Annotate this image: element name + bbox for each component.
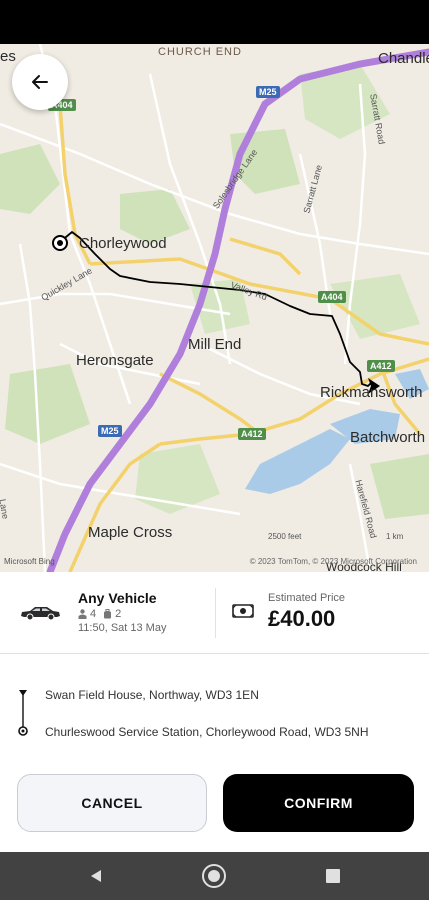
banknote-icon bbox=[232, 604, 254, 618]
luggage-count: 2 bbox=[115, 608, 122, 620]
place-es: es bbox=[0, 48, 16, 65]
luggage-icon bbox=[104, 609, 112, 619]
road-a412-mid: A412 bbox=[238, 428, 266, 440]
road-m25-bottom: M25 bbox=[98, 425, 122, 437]
road-a412-top: A412 bbox=[367, 360, 395, 372]
pickup-address: Swan Field House, Northway, WD3 1EN bbox=[45, 688, 259, 702]
cancel-button[interactable]: CANCEL bbox=[17, 774, 207, 832]
place-chandler: Chandle bbox=[378, 50, 429, 67]
place-mill-end: Mill End bbox=[188, 336, 242, 353]
back-button[interactable] bbox=[12, 54, 68, 110]
route-map[interactable]: CHURCH END Chandle es Chorleywood Herons… bbox=[0, 44, 429, 572]
map-attribution: © 2023 TomTom, © 2023 Microsoft Corporat… bbox=[249, 557, 417, 566]
road-m25-top: M25 bbox=[256, 86, 280, 98]
place-heronsgate: Heronsgate bbox=[76, 352, 154, 369]
place-batchworth: Batchworth bbox=[350, 429, 426, 446]
car-icon bbox=[21, 607, 60, 621]
nav-recents-icon[interactable] bbox=[326, 869, 340, 883]
nav-back-icon[interactable] bbox=[88, 868, 104, 884]
summary-divider bbox=[215, 588, 216, 638]
road-a404-right: A404 bbox=[318, 291, 346, 303]
dropoff-address: Churleswood Service Station, Chorleywood… bbox=[45, 725, 369, 739]
place-rickmansworth: Rickmansworth bbox=[320, 384, 423, 401]
place-maple-cross: Maple Cross bbox=[88, 524, 173, 541]
nav-home-icon[interactable] bbox=[201, 863, 227, 889]
scale-km: 1 km bbox=[386, 532, 404, 541]
route-connector bbox=[18, 690, 28, 736]
vehicle-name: Any Vehicle bbox=[78, 590, 157, 606]
price-label: Estimated Price bbox=[268, 592, 346, 604]
vehicle-capacity: 4 2 bbox=[78, 608, 121, 620]
arrow-left-icon bbox=[32, 75, 48, 89]
passenger-count: 4 bbox=[90, 608, 97, 620]
place-chorleywood: Chorleywood bbox=[79, 235, 167, 252]
person-icon bbox=[78, 609, 87, 619]
price-value: £40.00 bbox=[268, 606, 336, 631]
bing-logo: Microsoft Bing bbox=[4, 557, 55, 566]
scale-feet: 2500 feet bbox=[268, 532, 302, 541]
status-bar bbox=[0, 0, 429, 44]
pickup-datetime: 11:50, Sat 13 May bbox=[78, 622, 167, 634]
confirm-button[interactable]: CONFIRM bbox=[223, 774, 414, 832]
place-church-end: CHURCH END bbox=[158, 46, 242, 58]
system-nav-bar bbox=[0, 852, 429, 900]
